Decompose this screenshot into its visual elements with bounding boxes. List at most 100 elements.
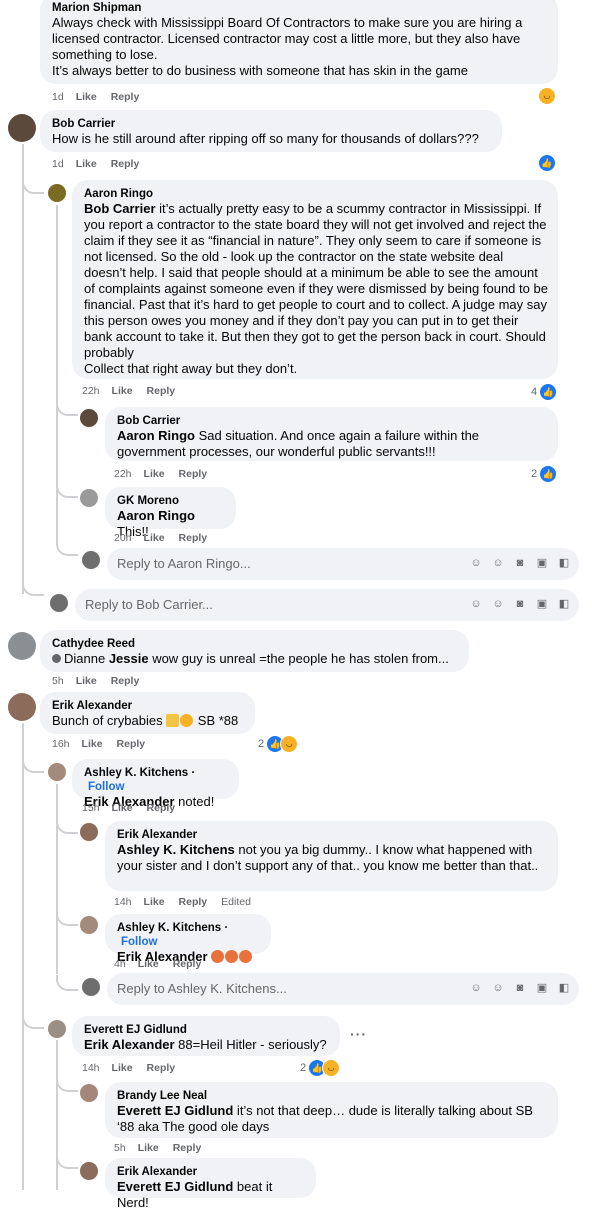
like-button[interactable]: Like (138, 958, 159, 970)
avatar-sticker-icon[interactable]: ☺ (469, 556, 483, 570)
emoji-icon[interactable]: ☺ (491, 981, 505, 995)
emoji-icon[interactable]: ☺ (491, 556, 505, 570)
reaction-summary[interactable]: 2 👍 ◡ (300, 1059, 341, 1077)
more-options-button[interactable]: ··· (350, 1026, 367, 1042)
mention-link[interactable]: Aaron Ringo (117, 508, 195, 523)
comment-author[interactable]: Erik Alexander (117, 828, 548, 842)
mention-link[interactable]: Everett EJ Gidlund (117, 1179, 233, 1194)
author-name[interactable]: Ashley K. Kitchens (117, 922, 221, 934)
gif-icon[interactable]: ▣ (535, 597, 549, 611)
current-user-avatar[interactable] (50, 594, 68, 612)
comment-author[interactable]: Everett EJ Gidlund (84, 1023, 330, 1037)
comment-author[interactable]: GK Moreno (117, 494, 226, 508)
avatar[interactable] (8, 693, 36, 721)
like-button[interactable]: Like (76, 158, 97, 170)
avatar[interactable] (80, 916, 98, 934)
avatar[interactable] (80, 409, 98, 427)
reaction-summary[interactable]: 👍 (538, 154, 556, 172)
avatar[interactable] (48, 763, 66, 781)
comment-author[interactable]: Bob Carrier (52, 117, 492, 131)
follow-button[interactable]: Follow (88, 781, 124, 793)
reply-input[interactable]: Reply to Ashley K. Kitchens... ☺ ☺ ◙ ▣ ◧ (107, 973, 579, 1005)
comment-author[interactable]: Brandy Lee Neal (117, 1089, 548, 1103)
reply-button[interactable]: Reply (111, 91, 140, 103)
like-button[interactable]: Like (144, 896, 165, 908)
comment-author[interactable]: Bob Carrier (117, 414, 548, 428)
comment-time[interactable]: 14h (114, 896, 132, 908)
mention-link[interactable]: Everett EJ Gidlund (117, 1103, 233, 1118)
like-button[interactable]: Like (112, 1062, 133, 1074)
follow-button[interactable]: Follow (121, 936, 157, 948)
camera-icon[interactable]: ◙ (513, 597, 527, 611)
like-button[interactable]: Like (144, 468, 165, 480)
reply-button[interactable]: Reply (147, 1062, 176, 1074)
mention-link[interactable]: Jessie (109, 651, 149, 666)
reply-button[interactable]: Reply (179, 896, 208, 908)
avatar[interactable] (48, 184, 66, 202)
comment-time[interactable]: 20h (114, 532, 132, 544)
reply-button[interactable]: Reply (111, 158, 140, 170)
comment-author[interactable]: Erik Alexander (117, 1165, 306, 1179)
reply-button[interactable]: Reply (147, 802, 176, 814)
avatar-sticker-icon[interactable]: ☺ (469, 597, 483, 611)
comment-time[interactable]: 22h (114, 468, 132, 480)
sticker-icon[interactable]: ◧ (557, 597, 571, 611)
avatar[interactable] (8, 632, 36, 660)
reaction-summary[interactable]: 4 👍 (531, 383, 558, 401)
reaction-summary[interactable]: ◡ (538, 87, 556, 105)
avatar-sticker-icon[interactable]: ☺ (469, 981, 483, 995)
reply-input[interactable]: Reply to Aaron Ringo... ☺ ☺ ◙ ▣ ◧ (107, 548, 579, 580)
like-button[interactable]: Like (76, 91, 97, 103)
reaction-summary[interactable]: 2 👍 (531, 465, 558, 483)
gif-icon[interactable]: ▣ (535, 981, 549, 995)
like-button[interactable]: Like (82, 738, 103, 750)
comment-time[interactable]: 1d (52, 91, 64, 103)
reply-button[interactable]: Reply (179, 468, 208, 480)
reply-button[interactable]: Reply (179, 532, 208, 544)
sticker-icon[interactable]: ◧ (557, 981, 571, 995)
avatar[interactable] (80, 823, 98, 841)
mention-link[interactable]: Erik Alexander (84, 1037, 175, 1052)
current-user-avatar[interactable] (82, 978, 100, 996)
like-button[interactable]: Like (76, 675, 97, 687)
camera-icon[interactable]: ◙ (513, 556, 527, 570)
edited-label[interactable]: Edited (221, 896, 251, 908)
sticker-icon[interactable]: ◧ (557, 556, 571, 570)
like-button[interactable]: Like (112, 385, 133, 397)
author-name[interactable]: Ashley K. Kitchens (84, 767, 188, 779)
comment-author[interactable]: Marion Shipman (52, 1, 548, 15)
reaction-summary[interactable]: 2 👍 ◡ (258, 735, 299, 753)
mention-link[interactable]: Bob Carrier (84, 201, 156, 216)
comment-time[interactable]: 1d (52, 158, 64, 170)
like-button[interactable]: Like (144, 532, 165, 544)
avatar[interactable] (48, 1020, 66, 1038)
comment-time[interactable]: 5h (114, 1142, 126, 1154)
reply-button[interactable]: Reply (111, 675, 140, 687)
current-user-avatar[interactable] (82, 551, 100, 569)
reply-button[interactable]: Reply (147, 385, 176, 397)
mention-link[interactable]: Ashley K. Kitchens (117, 842, 235, 857)
comment-author[interactable]: Cathydee Reed (52, 637, 459, 651)
avatar[interactable] (80, 489, 98, 507)
avatar[interactable] (8, 114, 36, 142)
reply-input[interactable]: Reply to Bob Carrier... ☺ ☺ ◙ ▣ ◧ (75, 589, 579, 621)
comment-author[interactable]: Erik Alexander (52, 699, 245, 713)
comment-time[interactable]: 22h (82, 385, 100, 397)
gif-icon[interactable]: ▣ (535, 556, 549, 570)
reply-button[interactable]: Reply (173, 1142, 202, 1154)
comment-time[interactable]: 16h (52, 738, 70, 750)
comment-time[interactable]: 14h (82, 1062, 100, 1074)
comment-time[interactable]: 15h (82, 802, 100, 814)
like-button[interactable]: Like (112, 802, 133, 814)
emoji-icon[interactable]: ☺ (491, 597, 505, 611)
avatar[interactable] (80, 1084, 98, 1102)
comment-time[interactable]: 5h (52, 675, 64, 687)
mention-link[interactable]: Aaron Ringo (117, 428, 195, 443)
reply-button[interactable]: Reply (117, 738, 146, 750)
like-button[interactable]: Like (138, 1142, 159, 1154)
camera-icon[interactable]: ◙ (513, 981, 527, 995)
reply-button[interactable]: Reply (173, 958, 202, 970)
avatar[interactable] (80, 1162, 98, 1180)
comment-author[interactable]: Aaron Ringo (84, 187, 548, 201)
comment-time[interactable]: 4h (114, 958, 126, 970)
